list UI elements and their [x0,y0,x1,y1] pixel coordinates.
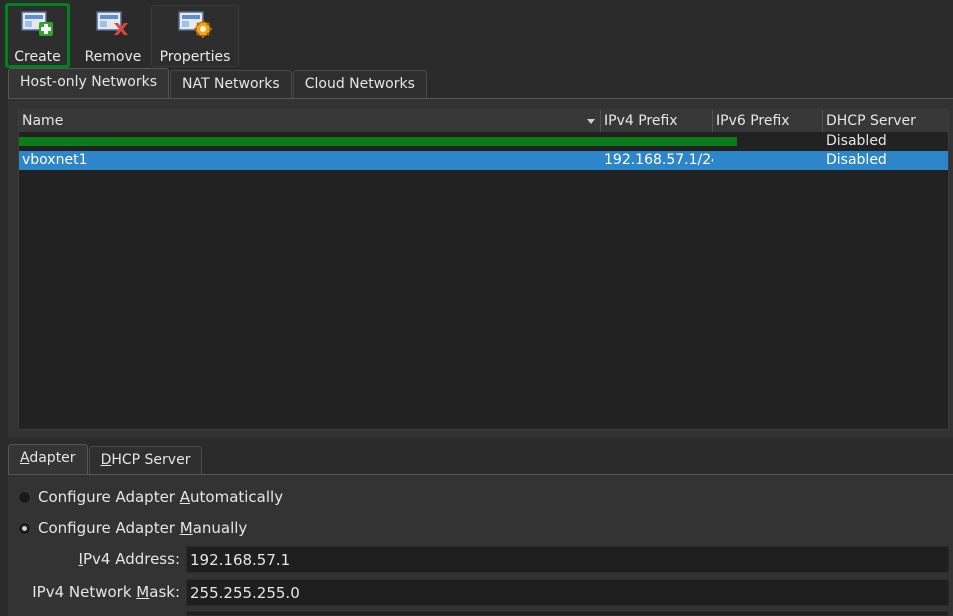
partially-visible-field[interactable] [186,611,949,616]
create-button[interactable]: Create [5,3,70,68]
redaction-bar [19,137,737,146]
tab-dhcp-mnemonic: D [100,452,112,468]
column-header-ipv6-prefix[interactable]: IPv6 Prefix [713,110,823,132]
create-button-label: Create [14,49,61,65]
tab-nat-networks[interactable]: NAT Networks [170,70,292,98]
column-header-ipv4-prefix[interactable]: IPv4 Prefix [601,110,713,132]
radio-label-manual: Configure Adapter Manually [38,519,248,537]
tab-cloud-networks[interactable]: Cloud Networks [292,70,427,98]
ipv4-mask-row: IPv4 Network Mask: [0,579,953,607]
radio-button[interactable] [18,490,31,504]
tab-dhcp-label: HCP Server [111,452,191,468]
sort-descending-icon [587,119,595,124]
tab-adapter[interactable]: Adapter [8,444,88,475]
network-manager-window: Create Remove Properties Host-only Netwo… [0,0,953,616]
ipv4-mask-label: IPv4 Network Mask: [32,583,180,601]
ipv4-address-row: IPv4 Address: [0,546,953,574]
create-network-icon [20,11,53,36]
tab-dhcp-server[interactable]: DHCP Server [88,446,203,474]
details-tabs: Adapter DHCP Server [8,444,203,475]
networks-table[interactable]: Name IPv4 Prefix IPv6 Prefix DHCP Server… [18,109,949,430]
ipv4-mask-field[interactable] [186,579,949,606]
column-header-name[interactable]: Name [19,110,601,132]
tab-adapter-label: dapter [29,450,76,466]
configure-automatically-option[interactable]: Configure Adapter Automatically [18,488,283,506]
table-row-selected[interactable]: vboxnet1 192.168.57.1/24 Disabled [19,151,948,170]
column-header-name-label: Name [22,113,64,129]
cell-dhcp-server: Disabled [826,133,887,149]
cell-dhcp-server: Disabled [826,152,887,168]
ipv4-address-field[interactable] [186,546,949,573]
remove-button[interactable]: Remove [79,5,147,67]
next-field-row [0,611,953,616]
network-type-tabs: Host-only Networks NAT Networks Cloud Ne… [8,68,428,99]
remove-button-label: Remove [84,49,142,65]
configure-manually-option[interactable]: Configure Adapter Manually [18,519,247,537]
toolbar: Create Remove Properties [0,0,953,70]
tab-host-only-networks[interactable]: Host-only Networks [8,68,169,99]
cell-name: vboxnet1 [22,152,88,168]
column-header-dhcp-server[interactable]: DHCP Server [823,110,948,132]
cell-ipv4-prefix: 192.168.57.1/24 [604,152,713,168]
table-header: Name IPv4 Prefix IPv6 Prefix DHCP Server [19,110,948,132]
tab-adapter-mnemonic: A [20,450,30,466]
network-properties-icon [178,11,212,38]
radio-label-auto: Configure Adapter Automatically [38,488,284,506]
radio-button-checked[interactable] [18,521,31,535]
properties-button-label: Properties [159,49,231,65]
cell-ipv6-prefix [713,151,823,170]
ipv4-address-label: IPv4 Address: [78,550,180,568]
properties-button[interactable]: Properties [151,5,239,67]
remove-network-icon [96,11,128,35]
